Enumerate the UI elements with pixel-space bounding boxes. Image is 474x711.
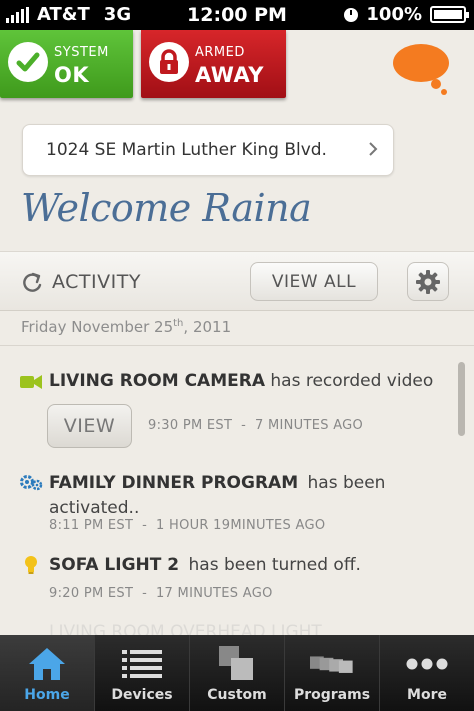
address-text: 1024 SE Martin Luther King Blvd. [46, 140, 327, 160]
refresh-icon[interactable] [21, 272, 43, 294]
system-status-value: OK [54, 63, 90, 87]
battery-icon [430, 6, 469, 23]
scrollbar[interactable] [458, 362, 465, 436]
more-dots-icon [405, 645, 449, 683]
home-icon [25, 645, 69, 683]
armed-status-tile[interactable]: ARMED AWAY [141, 30, 286, 98]
activity-date: Friday November 25th, 2011 [21, 318, 232, 336]
event-text: activated.. [49, 498, 140, 518]
armed-mode-value: AWAY [195, 63, 264, 87]
system-label: SYSTEM [54, 45, 109, 60]
programs-stack-icon [310, 645, 354, 683]
list-item: LIVING ROOM OVERHEAD LIGHT [49, 622, 322, 635]
status-bar: AT&T 3G 12:00 PM 100% [0, 0, 474, 30]
tab-home[interactable]: Home [0, 635, 95, 711]
tab-programs[interactable]: Programs [285, 635, 380, 711]
event-timestamp: 8:11 PM EST - 1 HOUR 19MINUTES AGO [49, 518, 326, 533]
activity-feed[interactable]: LIVING ROOM CAMERA has recorded video VI… [0, 346, 474, 635]
list-icon [120, 645, 164, 683]
view-all-button[interactable]: VIEW ALL [250, 262, 378, 301]
tab-more[interactable]: More [380, 635, 474, 711]
checkmark-icon [8, 42, 48, 82]
tab-bar: Home Devices Custom Programs More [0, 635, 474, 711]
program-name: FAMILY DINNER PROGRAM [49, 473, 299, 493]
chevron-right-icon [369, 142, 378, 156]
event-timestamp: 9:30 PM EST - 7 MINUTES AGO [148, 418, 364, 433]
gear-icon [416, 269, 440, 294]
tab-custom[interactable]: Custom [190, 635, 285, 711]
settings-button[interactable] [407, 262, 449, 301]
gears-icon [20, 475, 43, 491]
device-name: SOFA LIGHT 2 [49, 555, 180, 575]
speech-bubble-logo-icon [392, 42, 454, 96]
camera-icon [20, 375, 42, 389]
custom-squares-icon [215, 645, 259, 683]
system-status-tile[interactable]: SYSTEM OK [0, 30, 133, 98]
lightbulb-icon [25, 556, 37, 574]
device-name: LIVING ROOM CAMERA [49, 371, 265, 391]
tab-devices[interactable]: Devices [95, 635, 190, 711]
address-selector[interactable]: 1024 SE Martin Luther King Blvd. [22, 124, 394, 176]
event-timestamp: 9:20 PM EST - 17 MINUTES AGO [49, 586, 273, 601]
activity-title: ACTIVITY [52, 271, 141, 293]
welcome-heading: Welcome Raina [21, 186, 312, 230]
view-recording-button[interactable]: VIEW [47, 404, 132, 448]
battery-percent: 100% [366, 4, 422, 25]
armed-label: ARMED [195, 45, 245, 60]
lock-icon [149, 42, 189, 82]
activity-header: ACTIVITY VIEW ALL [0, 251, 474, 311]
alarm-clock-icon [344, 7, 359, 22]
